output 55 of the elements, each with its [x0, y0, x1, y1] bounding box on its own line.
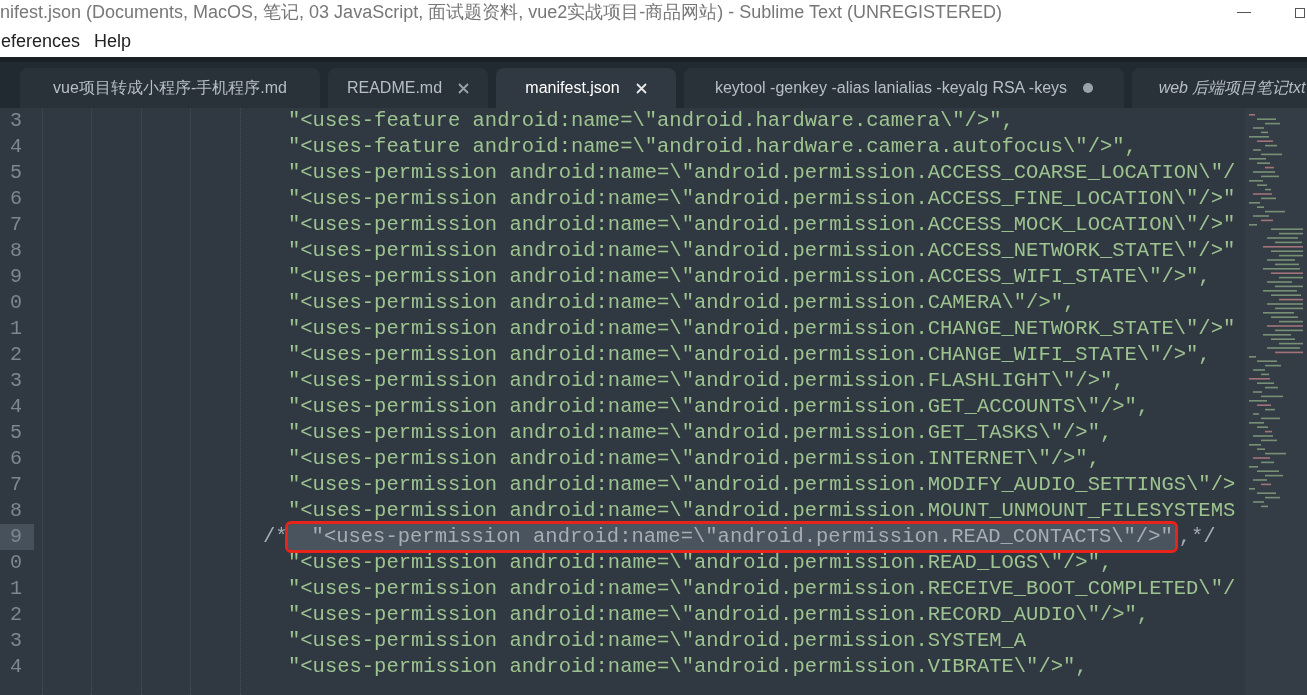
line-number: 8	[10, 241, 22, 261]
code-line: "<uses-permission android:name=\"android.permission.RECORD_AUDIO\"/>",	[288, 602, 1150, 628]
line-number: 4	[10, 137, 22, 157]
line-number: 3	[10, 631, 22, 651]
maximize-icon[interactable]	[1295, 7, 1305, 18]
code-line: "<uses-permission android:name=\"android.permission.ACCESS_WIFI_STATE\"/>",	[288, 264, 1211, 290]
line-number: 6	[10, 449, 22, 469]
editor-tab[interactable]: vue项目转成小程序-手机程序.md	[20, 68, 320, 108]
line-number: 2	[10, 605, 22, 625]
code-line: "<uses-permission android:name=\"android.permission.ACCESS_FINE_LOCATION\"/>"	[288, 186, 1236, 212]
code-line: "<uses-permission android:name=\"android.permission.READ_LOGS\"/>",	[288, 550, 1113, 576]
line-number: 5	[10, 163, 22, 183]
code-line: "<uses-permission android:name=\"android.permission.GET_TASKS\"/>",	[288, 420, 1113, 446]
line-number: 1	[10, 579, 22, 599]
comment-mark: /*	[263, 526, 288, 548]
line-number: 4	[10, 657, 22, 677]
code-line: "<uses-permission android:name=\"android.permission.GET_ACCOUNTS\"/>",	[288, 394, 1150, 420]
line-number: 4	[10, 397, 22, 417]
code-line: "<uses-feature android:name=\"android.hardware.camera\"/>",	[288, 108, 1014, 134]
code-line: "<uses-permission android:name=\"android.permission.VIBRATE\"/>",	[288, 654, 1088, 680]
line-number: 7	[10, 215, 22, 235]
code-line: "<uses-feature android:name=\"android.hardware.camera.autofocus\"/>",	[288, 134, 1137, 160]
editor-tab[interactable]: keytool -genkey -alias lanialias -keyalg RSA -keys	[684, 68, 1124, 108]
code-line: "<uses-permission android:name=\"android.permission.CHANGE_WIFI_STATE\"/>",	[288, 342, 1211, 368]
selected-code: "<uses-permission android:name=\"android.permission.READ_CONTACTS\"/>"	[287, 524, 1175, 550]
line-number: 7	[10, 475, 22, 495]
window-title: nifest.json (Documents, MacOS, 笔记, 03 JavaScript, 面试题资料, vue2实战项目-商品网站) - Sublime Text (UNREGISTERED)	[0, 1, 1002, 24]
line-number: 3	[10, 371, 22, 391]
line-number: 8	[10, 501, 22, 521]
editor-tab[interactable]: web 后端项目笔记txt	[1132, 68, 1307, 108]
close-icon[interactable]	[458, 82, 470, 94]
code-line: "<uses-permission android:name=\"android.permission.MODIFY_AUDIO_SETTINGS\"/>	[288, 472, 1236, 498]
line-number: 1	[10, 319, 22, 339]
line-number: 0	[10, 553, 22, 573]
code-line: "<uses-permission android:name=\"android.permission.ACCESS_NETWORK_STATE\"/>"	[288, 238, 1236, 264]
line-number: 9	[10, 267, 22, 287]
menu-item[interactable]: eferences	[1, 27, 81, 55]
code-line: "<uses-permission android:name=\"android.permission.FLASHLIGHT\"/>",	[288, 368, 1125, 394]
line-number: 3	[10, 111, 22, 131]
code-line: "<uses-permission android:name=\"android.permission.ACCESS_COARSE_LOCATION\"/	[288, 160, 1236, 186]
code-line: "<uses-permission android:name=\"android.permission.MOUNT_UNMOUNT_FILESYSTEMS	[288, 498, 1236, 524]
line-number: 2	[10, 345, 22, 365]
code-line: "<uses-permission android:name=\"android.permission.INTERNET\"/>",	[288, 446, 1100, 472]
code-line: "<uses-permission android:name=\"android.permission.CAMERA\"/>",	[288, 290, 1076, 316]
comment-mark: ,*/	[1177, 526, 1216, 548]
line-number: 6	[10, 189, 22, 209]
editor-tab[interactable]: README.md	[328, 68, 488, 108]
code-line: "<uses-permission android:name=\"android.permission.SYSTEM_A	[288, 628, 1027, 654]
line-number: 5	[10, 423, 22, 443]
editor-tab[interactable]: manifest.json	[496, 68, 676, 108]
code-line: "<uses-permission android:name=\"android.permission.CHANGE_NETWORK_STATE\"/>"	[288, 316, 1236, 342]
code-line: "<uses-permission android:name=\"android.permission.RECEIVE_BOOT_COMPLETED\"/	[288, 576, 1236, 602]
menu-item[interactable]: Help	[94, 27, 132, 55]
code-line: "<uses-permission android:name=\"android.permission.ACCESS_MOCK_LOCATION\"/>"	[288, 212, 1236, 238]
line-number: 0	[10, 293, 22, 313]
